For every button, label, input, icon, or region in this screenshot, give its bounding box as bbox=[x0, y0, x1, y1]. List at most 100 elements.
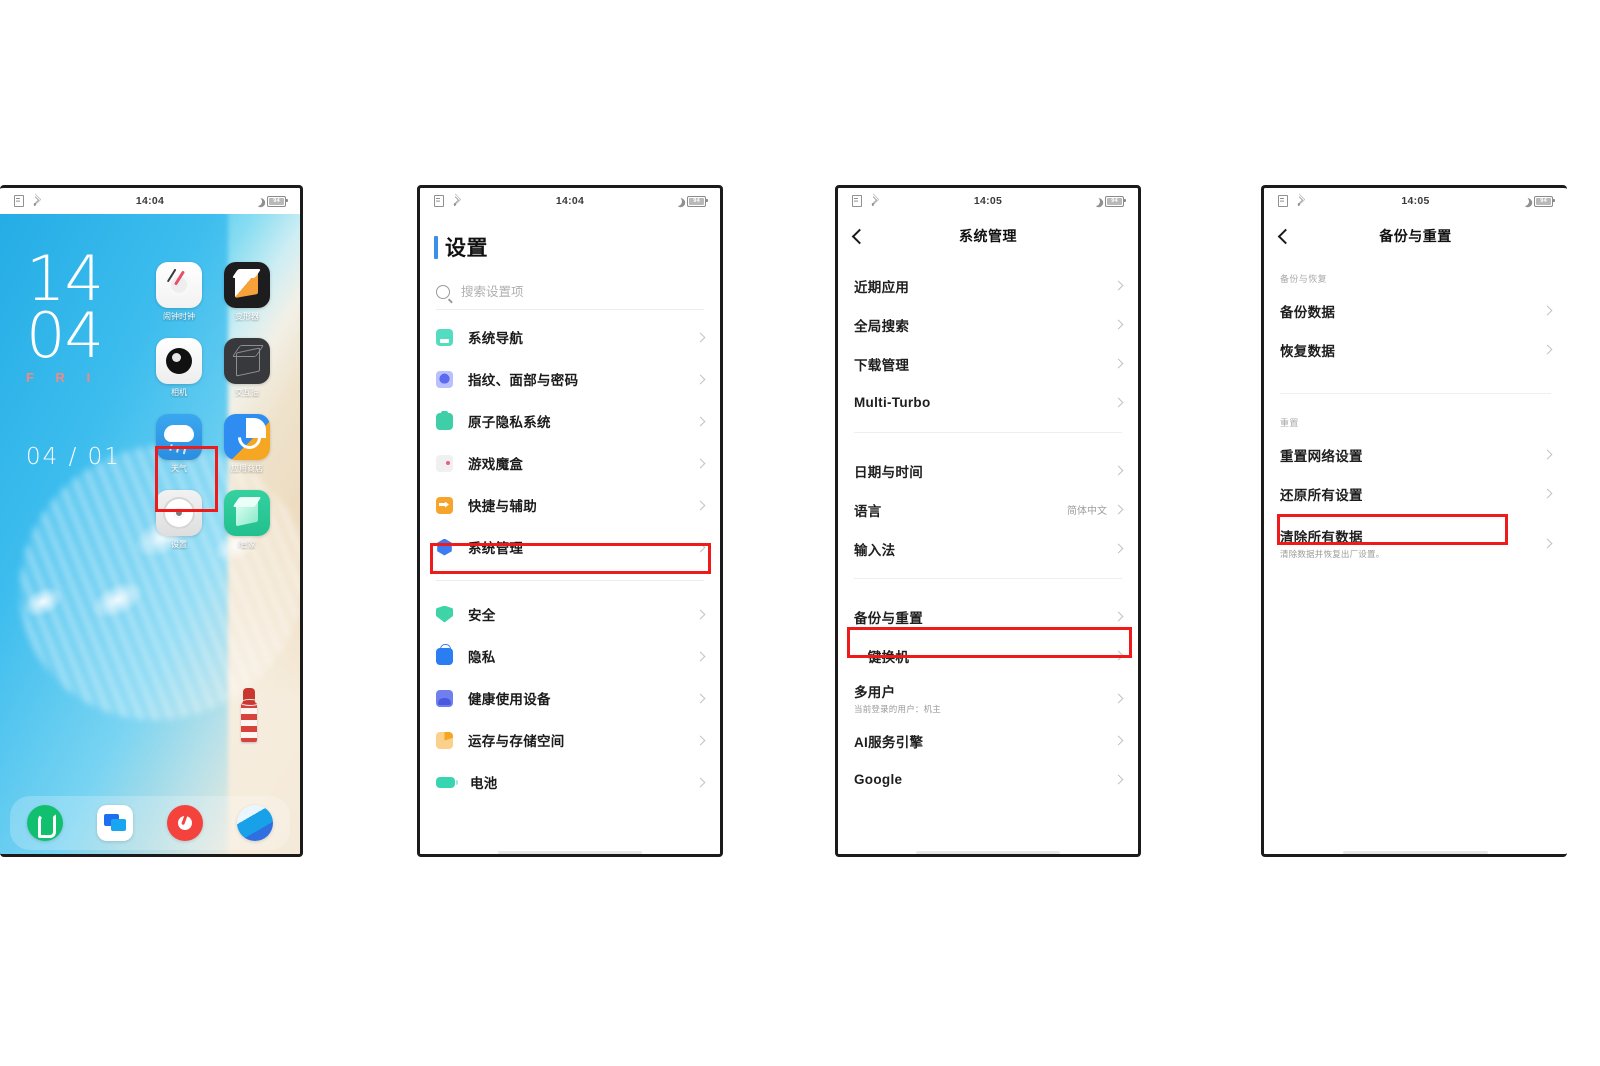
settings-row-atomic-privacy[interactable]: 原子隐私系统 bbox=[420, 400, 720, 442]
app-transformer[interactable]: 变形器 bbox=[224, 262, 270, 322]
row-language[interactable]: 语言 简体中文 bbox=[838, 490, 1138, 529]
clock-widget[interactable]: 14 04 F R I 04 / 01 bbox=[26, 247, 119, 470]
chevron-right-icon bbox=[695, 651, 706, 661]
status-left-icons bbox=[1278, 193, 1305, 207]
chevron-right-icon bbox=[695, 458, 706, 468]
moon-icon bbox=[252, 195, 264, 207]
row-label: 重置网络设置 bbox=[1280, 448, 1363, 464]
status-right-icons: 94 bbox=[252, 195, 288, 207]
row-label: 语言 bbox=[854, 503, 882, 519]
app-store[interactable]: 应用商店 bbox=[224, 414, 270, 474]
alarm-clock-icon bbox=[156, 262, 202, 308]
row-restore-data[interactable]: 恢复数据 bbox=[1264, 330, 1567, 369]
home-indicator bbox=[916, 851, 1060, 854]
chevron-right-icon bbox=[1113, 397, 1124, 408]
chevron-right-icon bbox=[1542, 449, 1553, 460]
row-label: Google bbox=[854, 772, 903, 787]
settings-row-digital-wellbeing[interactable]: 健康使用设备 bbox=[420, 677, 720, 719]
app-camera[interactable]: 相机 bbox=[156, 338, 202, 398]
row-google[interactable]: Google bbox=[838, 760, 1138, 799]
settings-row-game-box[interactable]: 游戏魔盒 bbox=[420, 442, 720, 484]
search-icon bbox=[436, 285, 450, 299]
row-download-manager[interactable]: 下载管理 bbox=[838, 344, 1138, 383]
settings-row-battery[interactable]: 电池 bbox=[420, 761, 720, 803]
battery-icon: 94 bbox=[1534, 195, 1555, 207]
row-backup-data[interactable]: 备份数据 bbox=[1264, 291, 1567, 330]
row-reset-all-settings[interactable]: 还原所有设置 bbox=[1264, 474, 1567, 513]
chevron-right-icon bbox=[1542, 344, 1553, 355]
wifi-icon bbox=[28, 193, 41, 207]
battery-icon bbox=[436, 776, 458, 788]
chevron-right-icon bbox=[1113, 774, 1124, 785]
chevron-right-icon bbox=[695, 416, 706, 426]
row-multi-turbo[interactable]: Multi-Turbo bbox=[838, 383, 1138, 422]
row-subtitle: 当前登录的用户：机主 bbox=[854, 704, 942, 714]
row-erase-all-data[interactable]: 清除所有数据 清除数据并恢复出厂设置。 bbox=[1264, 519, 1567, 567]
row-label: 安全 bbox=[468, 608, 496, 623]
nav-bar: 系统管理 bbox=[838, 214, 1138, 258]
status-left-icons bbox=[852, 193, 879, 207]
phone-icon[interactable] bbox=[27, 805, 63, 841]
back-arrow-icon[interactable] bbox=[1277, 228, 1294, 244]
browser-icon[interactable] bbox=[237, 805, 273, 841]
row-label: 原子隐私系统 bbox=[468, 415, 551, 430]
phone-settings-screen: 14:04 94 设置 系统导航 指纹、面 bbox=[417, 185, 723, 857]
settings-row-security[interactable]: 安全 bbox=[420, 593, 720, 635]
app-row: 相机 交互油 bbox=[156, 338, 296, 398]
music-icon[interactable] bbox=[167, 805, 203, 841]
battery-icon: 94 bbox=[687, 195, 708, 207]
row-label: 游戏魔盒 bbox=[468, 457, 524, 472]
group-divider bbox=[1280, 393, 1551, 394]
nav-title: 备份与重置 bbox=[1379, 228, 1452, 244]
back-arrow-icon[interactable] bbox=[851, 228, 868, 244]
home-indicator bbox=[1342, 851, 1489, 854]
row-ai-service-engine[interactable]: AI服务引擎 bbox=[838, 721, 1138, 760]
row-one-key-transfer[interactable]: 一键换机 bbox=[838, 636, 1138, 675]
chevron-right-icon bbox=[1113, 280, 1124, 291]
lighthouse-decoration bbox=[238, 680, 260, 745]
app-imanager[interactable]: i管家 bbox=[224, 490, 270, 550]
battery-level: 94 bbox=[1111, 198, 1118, 204]
row-label: 全局搜索 bbox=[854, 318, 910, 334]
search-input[interactable] bbox=[459, 284, 704, 300]
app-alarm-clock[interactable]: 闹钟时钟 bbox=[156, 262, 202, 322]
page-title-text: 设置 bbox=[445, 237, 488, 260]
system-manage-icon bbox=[437, 538, 452, 556]
row-input-method[interactable]: 输入法 bbox=[838, 529, 1138, 568]
settings-row-shortcut[interactable]: 快捷与辅助 bbox=[420, 484, 720, 526]
row-label: 下载管理 bbox=[854, 357, 910, 373]
security-shield-icon bbox=[436, 605, 453, 623]
battery-level: 94 bbox=[1540, 198, 1547, 204]
imanager-icon bbox=[224, 490, 270, 536]
chevron-right-icon bbox=[1542, 488, 1553, 499]
settings-row-privacy[interactable]: 隐私 bbox=[420, 635, 720, 677]
row-multi-user[interactable]: 多用户 当前登录的用户：机主 bbox=[838, 675, 1138, 721]
row-backup-reset[interactable]: 备份与重置 bbox=[838, 597, 1138, 636]
screenshot-stage: 14:04 94 14 04 F R I 04 / 01 闹钟时钟 变形器 相机… bbox=[0, 0, 1600, 1066]
wifi-icon bbox=[448, 193, 461, 207]
digital-wellbeing-icon bbox=[436, 689, 453, 707]
row-label: 多用户 bbox=[854, 685, 896, 700]
row-label: 恢复数据 bbox=[1280, 343, 1336, 359]
nav-title: 系统管理 bbox=[959, 228, 1017, 244]
page-title: 设置 bbox=[420, 214, 720, 262]
search-box[interactable] bbox=[436, 284, 704, 310]
settings-row-fingerprint[interactable]: 指纹、面部与密码 bbox=[420, 358, 720, 400]
settings-row-system-navigation[interactable]: 系统导航 bbox=[420, 316, 720, 358]
phone-home-screen: 14:04 94 14 04 F R I 04 / 01 闹钟时钟 变形器 相机… bbox=[0, 185, 303, 857]
storage-icon bbox=[436, 731, 453, 749]
row-global-search[interactable]: 全局搜索 bbox=[838, 305, 1138, 344]
row-value: 简体中文 bbox=[1067, 506, 1107, 517]
interactive-icon bbox=[224, 338, 270, 384]
app-interactive[interactable]: 交互油 bbox=[224, 338, 270, 398]
messages-icon[interactable] bbox=[97, 805, 133, 841]
navigation-icon bbox=[436, 328, 453, 346]
row-recent-apps[interactable]: 近期应用 bbox=[838, 266, 1138, 305]
row-date-time[interactable]: 日期与时间 bbox=[838, 451, 1138, 490]
row-reset-network[interactable]: 重置网络设置 bbox=[1264, 435, 1567, 474]
moon-icon bbox=[672, 195, 684, 207]
settings-row-system-management[interactable]: 系统管理 bbox=[420, 526, 720, 568]
settings-row-storage[interactable]: 运存与存储空间 bbox=[420, 719, 720, 761]
row-label: 清除所有数据 bbox=[1280, 530, 1363, 545]
sim-icon bbox=[852, 195, 862, 207]
